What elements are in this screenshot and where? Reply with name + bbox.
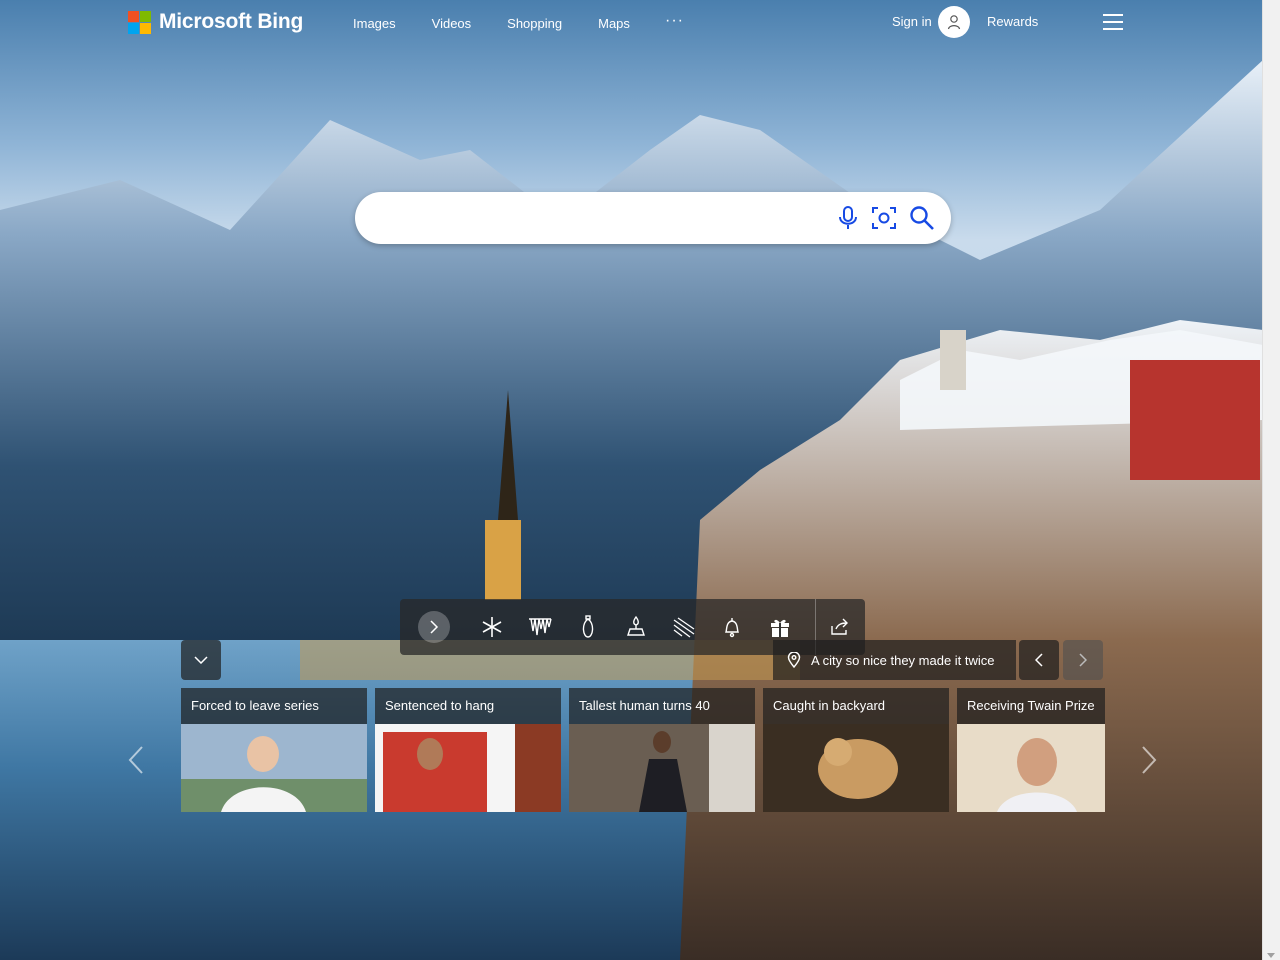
user-icon bbox=[947, 15, 961, 30]
search-icon[interactable] bbox=[909, 205, 935, 231]
news-card-title: Caught in backyard bbox=[763, 688, 949, 724]
visual-search-icon[interactable] bbox=[871, 205, 897, 231]
previous-image-button[interactable] bbox=[1019, 640, 1059, 680]
microphone-icon[interactable] bbox=[835, 205, 861, 231]
top-nav: Images Videos Shopping Maps ··· bbox=[353, 12, 683, 31]
news-card[interactable]: Sentenced to hang bbox=[375, 688, 561, 812]
chevron-down-icon bbox=[194, 656, 208, 664]
menu-hamburger-icon[interactable] bbox=[1103, 14, 1123, 30]
page-scrollbar[interactable] bbox=[1262, 0, 1280, 960]
location-pin-icon bbox=[787, 652, 801, 668]
news-carousel: Forced to leave series Sentenced to hang… bbox=[181, 688, 1105, 812]
chevron-right-icon bbox=[1079, 653, 1087, 667]
icicles-icon[interactable] bbox=[526, 613, 554, 641]
scroll-down-arrow-icon[interactable] bbox=[1267, 953, 1275, 958]
background-image bbox=[0, 0, 1263, 960]
gift-icon[interactable] bbox=[766, 613, 794, 641]
nav-maps[interactable]: Maps bbox=[598, 16, 630, 31]
nav-shopping[interactable]: Shopping bbox=[507, 16, 562, 31]
news-card-image bbox=[763, 724, 949, 812]
news-card-title: Sentenced to hang bbox=[375, 688, 561, 724]
nav-images[interactable]: Images bbox=[353, 16, 396, 31]
news-card-image bbox=[375, 724, 561, 812]
news-card-title: Tallest human turns 40 bbox=[569, 688, 755, 724]
microsoft-logo-icon bbox=[128, 10, 151, 34]
sign-in-link[interactable]: Sign in bbox=[892, 14, 932, 29]
chevron-right-icon[interactable] bbox=[418, 611, 450, 643]
header: Microsoft Bing Images Videos Shopping Ma… bbox=[0, 0, 1263, 46]
news-card-image bbox=[569, 724, 755, 812]
ornament-icon[interactable] bbox=[574, 613, 602, 641]
image-location-info[interactable]: A city so nice they made it twice bbox=[773, 640, 1016, 680]
collapse-feed-button[interactable] bbox=[181, 640, 221, 680]
bing-logo[interactable]: Microsoft Bing bbox=[128, 10, 303, 34]
news-next-arrow-icon[interactable] bbox=[1140, 745, 1158, 775]
snow-flurry-icon[interactable] bbox=[670, 613, 698, 641]
news-card[interactable]: Caught in backyard bbox=[763, 688, 949, 812]
news-card-title: Forced to leave series bbox=[181, 688, 367, 724]
news-card[interactable]: Forced to leave series bbox=[181, 688, 367, 812]
candle-icon[interactable] bbox=[622, 613, 650, 641]
news-card[interactable]: Tallest human turns 40 bbox=[569, 688, 755, 812]
nav-videos[interactable]: Videos bbox=[432, 16, 472, 31]
avatar[interactable] bbox=[938, 6, 970, 38]
snowflake-icon[interactable] bbox=[478, 613, 506, 641]
share-icon[interactable] bbox=[826, 613, 854, 641]
brand-name: Microsoft Bing bbox=[159, 10, 304, 33]
news-prev-arrow-icon[interactable] bbox=[127, 745, 145, 775]
rewards-link[interactable]: Rewards bbox=[987, 14, 1038, 29]
next-image-button[interactable] bbox=[1063, 640, 1103, 680]
more-nav-button[interactable]: ··· bbox=[665, 12, 684, 30]
news-card[interactable]: Receiving Twain Prize bbox=[957, 688, 1105, 812]
news-card-title: Receiving Twain Prize bbox=[957, 688, 1105, 724]
location-text: A city so nice they made it twice bbox=[811, 652, 995, 668]
search-input[interactable] bbox=[371, 204, 815, 234]
chevron-left-icon bbox=[1035, 653, 1043, 667]
news-card-image bbox=[957, 724, 1105, 812]
news-card-image bbox=[181, 724, 367, 812]
bell-icon[interactable] bbox=[718, 613, 746, 641]
search-box bbox=[355, 192, 951, 244]
